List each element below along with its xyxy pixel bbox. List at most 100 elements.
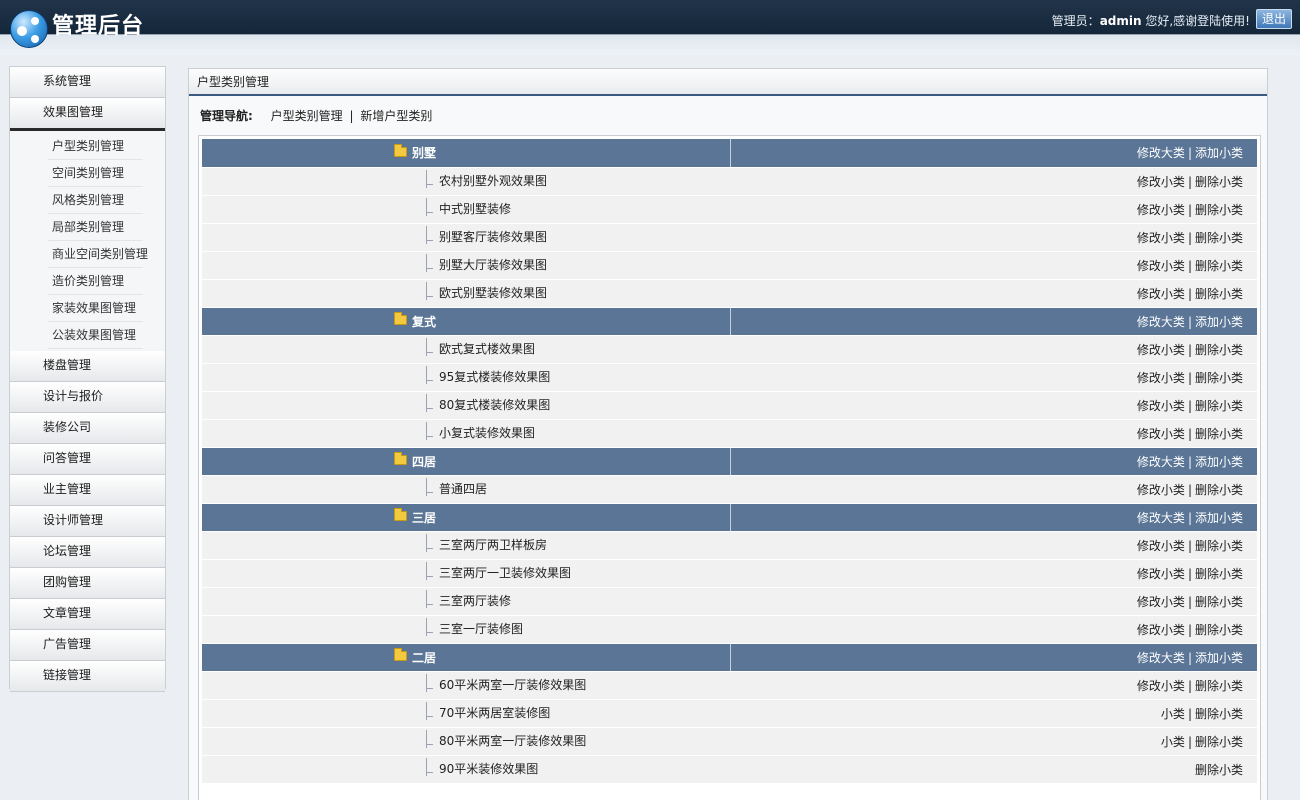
- subcategory-name-cell: 三室两厅装修: [202, 587, 730, 616]
- subcategory-ops: 修改小类 | 删除小类: [730, 167, 1257, 196]
- op-separator: |: [1187, 538, 1192, 553]
- sidebar-item[interactable]: 楼盘管理: [10, 351, 165, 382]
- subcategory-name: 60平米两室一厅装修效果图: [439, 677, 587, 692]
- op-separator: |: [1187, 230, 1192, 245]
- delete-subcategory-link[interactable]: 删除小类: [1195, 623, 1243, 637]
- edit-subcategory-link[interactable]: 修改小类: [1137, 287, 1185, 301]
- delete-subcategory-link[interactable]: 删除小类: [1195, 371, 1243, 385]
- nav-link-list[interactable]: 户型类别管理: [271, 109, 343, 123]
- subcategory-name-cell: 别墅客厅装修效果图: [202, 223, 730, 252]
- edit-subcategory-link[interactable]: 修改小类: [1137, 203, 1185, 217]
- edit-category-link[interactable]: 修改大类: [1137, 315, 1185, 329]
- tree-branch-icon: [426, 254, 434, 273]
- logo-icon: [10, 10, 48, 48]
- sidebar-item[interactable]: 团购管理: [10, 568, 165, 599]
- tree-branch-icon: [426, 758, 434, 777]
- subcategory-name: 别墅大厅装修效果图: [439, 257, 548, 272]
- edit-subcategory-link[interactable]: 修改小类: [1137, 595, 1185, 609]
- sidebar-item[interactable]: 链接管理: [10, 661, 165, 692]
- sidebar-item-system[interactable]: 系统管理: [10, 67, 165, 98]
- delete-subcategory-link[interactable]: 删除小类: [1195, 175, 1243, 189]
- subcategory-name-cell: 70平米两居室装修图: [202, 699, 730, 728]
- add-subcategory-link[interactable]: 添加小类: [1195, 146, 1243, 160]
- delete-subcategory-link[interactable]: 删除小类: [1195, 567, 1243, 581]
- subcategory-name: 农村别墅外观效果图: [439, 173, 548, 188]
- subcategory-name: 别墅客厅装修效果图: [439, 229, 548, 244]
- delete-subcategory-link[interactable]: 删除小类: [1195, 427, 1243, 441]
- delete-subcategory-link[interactable]: 删除小类: [1195, 735, 1243, 749]
- add-subcategory-link[interactable]: 添加小类: [1195, 511, 1243, 525]
- sidebar-item[interactable]: 论坛管理: [10, 537, 165, 568]
- sidebar-item[interactable]: 设计与报价: [10, 382, 165, 413]
- edit-subcategory-link[interactable]: 修改小类: [1137, 539, 1185, 553]
- subcategory-name: 95复式楼装修效果图: [439, 369, 551, 384]
- category-name-cell: 二居: [202, 643, 730, 672]
- subcategory-name-cell: 60平米两室一厅装修效果图: [202, 671, 730, 700]
- folder-icon: [394, 143, 407, 157]
- sidebar-item[interactable]: 文章管理: [10, 599, 165, 630]
- edit-subcategory-link[interactable]: 修改小类: [1137, 427, 1185, 441]
- edit-subcategory-link[interactable]: 修改小类: [1137, 567, 1185, 581]
- submenu-item[interactable]: 户型类别管理: [10, 133, 165, 160]
- subcategory-ops: 小类 | 删除小类: [730, 727, 1257, 756]
- delete-subcategory-link[interactable]: 删除小类: [1195, 203, 1243, 217]
- submenu-item[interactable]: 造价类别管理: [10, 268, 165, 295]
- edit-subcategory-link[interactable]: 修改小类: [1137, 259, 1185, 273]
- edit-category-link[interactable]: 修改大类: [1137, 146, 1185, 160]
- delete-subcategory-link[interactable]: 删除小类: [1195, 763, 1243, 777]
- delete-subcategory-link[interactable]: 删除小类: [1195, 707, 1243, 721]
- edit-category-link[interactable]: 修改大类: [1137, 455, 1185, 469]
- edit-category-link[interactable]: 修改大类: [1137, 651, 1185, 665]
- delete-subcategory-link[interactable]: 删除小类: [1195, 343, 1243, 357]
- subcategory-ops: 修改小类 | 删除小类: [730, 279, 1257, 308]
- category-name: 复式: [412, 314, 437, 329]
- edit-subcategory-link[interactable]: 修改小类: [1137, 343, 1185, 357]
- add-subcategory-link[interactable]: 添加小类: [1195, 315, 1243, 329]
- delete-subcategory-link[interactable]: 删除小类: [1195, 399, 1243, 413]
- submenu-item[interactable]: 空间类别管理: [10, 160, 165, 187]
- submenu-item[interactable]: 风格类别管理: [10, 187, 165, 214]
- delete-subcategory-link[interactable]: 删除小类: [1195, 259, 1243, 273]
- subcategory-ops: 修改小类 | 删除小类: [730, 223, 1257, 252]
- add-subcategory-link[interactable]: 添加小类: [1195, 455, 1243, 469]
- submenu-item[interactable]: 局部类别管理: [10, 214, 165, 241]
- edit-subcategory-link[interactable]: 修改小类: [1137, 231, 1185, 245]
- delete-subcategory-link[interactable]: 删除小类: [1195, 287, 1243, 301]
- subcategory-ops: 修改小类 | 删除小类: [730, 195, 1257, 224]
- edit-subcategory-link[interactable]: 小类: [1161, 735, 1185, 749]
- edit-subcategory-link[interactable]: 修改小类: [1137, 371, 1185, 385]
- sidebar-item[interactable]: 问答管理: [10, 444, 165, 475]
- submenu-item[interactable]: 家装效果图管理: [10, 295, 165, 322]
- subcategory-row: 欧式复式楼效果图 修改小类 | 删除小类: [202, 335, 1257, 364]
- delete-subcategory-link[interactable]: 删除小类: [1195, 483, 1243, 497]
- edit-subcategory-link[interactable]: 修改小类: [1137, 679, 1185, 693]
- sidebar-item-renderings[interactable]: 效果图管理: [10, 98, 165, 131]
- subcategory-name: 80复式楼装修效果图: [439, 397, 551, 412]
- sidebar-item[interactable]: 设计师管理: [10, 506, 165, 537]
- logout-button[interactable]: 退出: [1256, 9, 1292, 29]
- category-ops: 修改大类 | 添加小类: [729, 643, 1257, 672]
- delete-subcategory-link[interactable]: 删除小类: [1195, 231, 1243, 245]
- submenu-item[interactable]: 商业空间类别管理: [10, 241, 165, 268]
- sidebar-item[interactable]: 业主管理: [10, 475, 165, 506]
- edit-subcategory-link[interactable]: 修改小类: [1137, 175, 1185, 189]
- subcategory-row: 三室两厅一卫装修效果图 修改小类 | 删除小类: [202, 559, 1257, 588]
- sidebar-item[interactable]: 装修公司: [10, 413, 165, 444]
- submenu-item[interactable]: 公装效果图管理: [10, 322, 165, 349]
- delete-subcategory-link[interactable]: 删除小类: [1195, 679, 1243, 693]
- tree-branch-icon: [426, 422, 434, 441]
- edit-subcategory-link[interactable]: 修改小类: [1137, 483, 1185, 497]
- subcategory-ops: 修改小类 | 删除小类: [730, 559, 1257, 588]
- sidebar-item[interactable]: 广告管理: [10, 630, 165, 661]
- edit-subcategory-link[interactable]: 修改小类: [1137, 399, 1185, 413]
- edit-subcategory-link[interactable]: 修改小类: [1137, 623, 1185, 637]
- delete-subcategory-link[interactable]: 删除小类: [1195, 539, 1243, 553]
- nav-link-add[interactable]: 新增户型类别: [360, 109, 432, 123]
- delete-subcategory-link[interactable]: 删除小类: [1195, 595, 1243, 609]
- op-separator: |: [1187, 398, 1192, 413]
- op-separator: |: [1187, 734, 1192, 749]
- edit-category-link[interactable]: 修改大类: [1137, 511, 1185, 525]
- edit-subcategory-link[interactable]: 小类: [1161, 707, 1185, 721]
- add-subcategory-link[interactable]: 添加小类: [1195, 651, 1243, 665]
- subcategory-name: 欧式别墅装修效果图: [439, 285, 548, 300]
